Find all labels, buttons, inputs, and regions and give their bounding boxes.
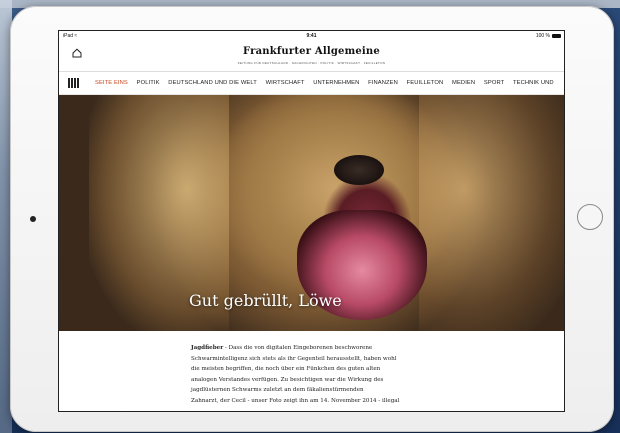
ipad-device: iPad ≈ 9:41 100 % Frankfurter Allgemeine… <box>10 6 614 432</box>
article-lead: Jagdfieber <box>191 345 224 351</box>
article-line: Schwarmintelligenz sich stets als ihr Ge… <box>191 355 397 362</box>
hero-image[interactable]: Gut gebrüllt, Löwe <box>59 95 564 331</box>
article-body: Jagdfieber - Dass die von digitalen Eing… <box>59 331 441 406</box>
masthead-tagline: ZEITUNG FÜR DEUTSCHLAND · NACHRICHTEN · … <box>237 61 386 65</box>
battery-percent: 100 % <box>535 33 550 39</box>
menu-icon[interactable] <box>68 78 79 88</box>
section-nav: SEITE EINS POLITIK DEUTSCHLAND UND DIE W… <box>59 72 564 95</box>
nav-item-technik[interactable]: TECHNIK UND <box>513 72 554 94</box>
nav-item-medien[interactable]: MEDIEN <box>452 72 475 94</box>
nav-items: SEITE EINS POLITIK DEUTSCHLAND UND DIE W… <box>95 72 561 94</box>
hero-headline[interactable]: Gut gebrüllt, Löwe <box>189 291 342 310</box>
nav-item-feuilleton[interactable]: FEUILLETON <box>407 72 444 94</box>
lion-nose <box>334 155 384 185</box>
camera-icon <box>30 216 36 222</box>
nav-item-sport[interactable]: SPORT <box>484 72 504 94</box>
home-button[interactable] <box>577 204 603 230</box>
nav-item-finanzen[interactable]: FINANZEN <box>368 72 398 94</box>
clock: 9:41 <box>306 33 317 39</box>
masthead: Frankfurter Allgemeine ZEITUNG FÜR DEUTS… <box>59 41 564 72</box>
newspaper-logo[interactable]: Frankfurter Allgemeine <box>59 46 564 57</box>
nav-item-seite-eins[interactable]: SEITE EINS <box>95 72 128 94</box>
article-line: analogen Verstandes verfügen. Zu besicht… <box>191 376 384 383</box>
lion-mane-right <box>419 95 564 331</box>
nav-item-politik[interactable]: POLITIK <box>137 72 160 94</box>
article-line: die meisten begriffen, die noch über ein… <box>191 366 381 372</box>
article-line: Zahnarzt, der Cecil - unser Foto zeigt i… <box>191 397 400 404</box>
nav-item-deutschland-und-die-welt[interactable]: DEUTSCHLAND UND DIE WELT <box>168 72 257 94</box>
nav-item-unternehmen[interactable]: UNTERNEHMEN <box>313 72 359 94</box>
article-line: - Dass die von digitalen Eingeborenen be… <box>223 345 373 351</box>
app-screen: iPad ≈ 9:41 100 % Frankfurter Allgemeine… <box>58 30 565 412</box>
battery-icon <box>552 34 561 38</box>
nav-item-wirtschaft[interactable]: WIRTSCHAFT <box>266 72 305 94</box>
article-line: jagdlüsternen Schwarms zuletzt an dem fä… <box>191 387 364 393</box>
status-bar: iPad ≈ 9:41 100 % <box>59 31 564 41</box>
